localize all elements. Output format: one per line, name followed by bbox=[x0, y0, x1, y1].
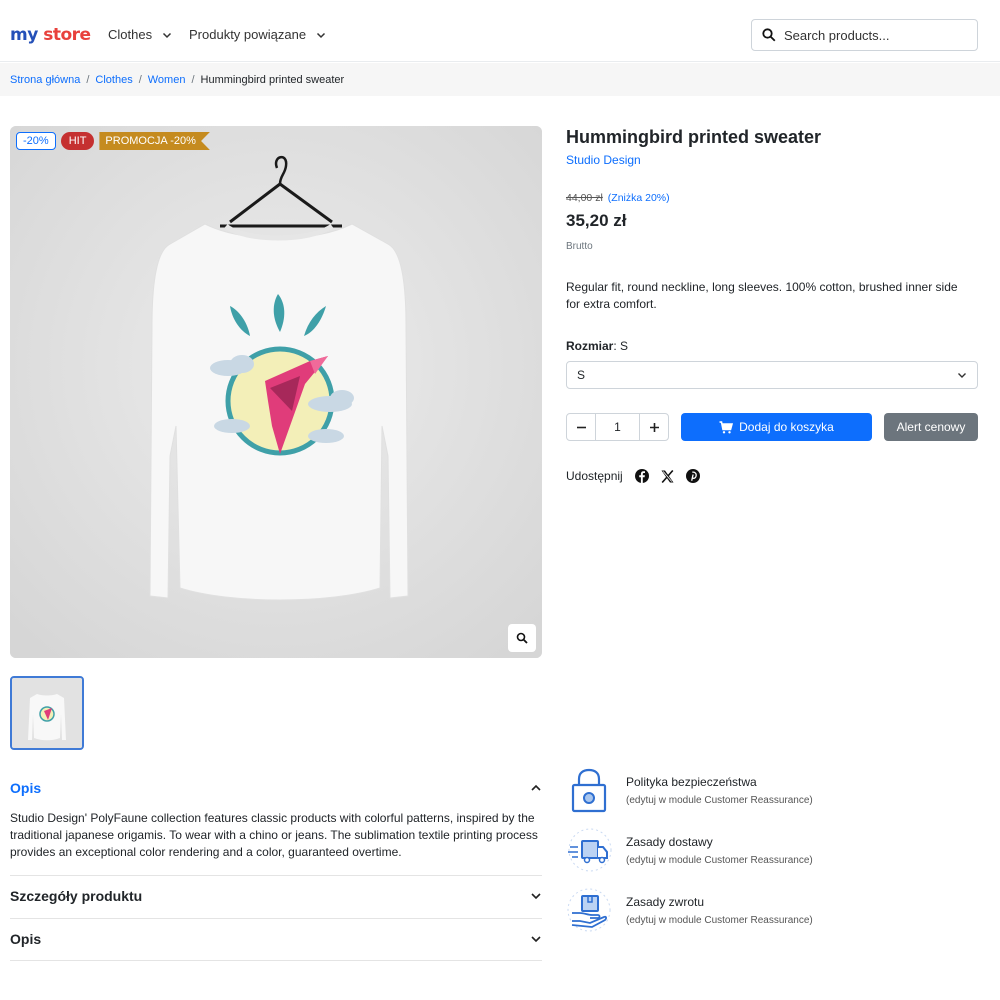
price-alert-button[interactable]: Alert cenowy bbox=[884, 413, 978, 441]
reassurance-subtitle: (edytuj w module Customer Reassurance) bbox=[626, 915, 813, 926]
pinterest-icon[interactable] bbox=[685, 469, 700, 483]
sweater-illustration bbox=[10, 126, 542, 658]
chevron-down-icon bbox=[958, 373, 966, 378]
product-brand-link[interactable]: Studio Design bbox=[566, 153, 641, 167]
chevron-down-icon bbox=[531, 936, 541, 943]
accordion-title: Opis bbox=[10, 780, 42, 796]
nav-label: Produkty powiązane bbox=[189, 27, 307, 42]
reassurance-subtitle: (edytuj w module Customer Reassurance) bbox=[626, 855, 813, 866]
promo-badge: PROMOCJA -20% bbox=[99, 132, 210, 150]
sweater-thumbnail-illustration bbox=[12, 678, 82, 748]
chevron-down-icon bbox=[163, 32, 172, 38]
breadcrumb-home[interactable]: Strona główna bbox=[10, 74, 80, 86]
reassurance-title: Zasady zwrotu bbox=[626, 895, 705, 909]
divider bbox=[10, 960, 542, 961]
quantity-stepper: 1 bbox=[566, 413, 669, 441]
discount-badge: -20% bbox=[16, 132, 56, 150]
size-select[interactable]: S bbox=[566, 361, 978, 389]
tax-label: Brutto bbox=[566, 241, 593, 252]
logo-text-store: store bbox=[43, 25, 91, 45]
quantity-input[interactable]: 1 bbox=[595, 414, 640, 440]
divider bbox=[10, 918, 542, 919]
accordion-header-description[interactable]: Opis bbox=[10, 780, 542, 796]
reassurance-returns: Zasady zwrotu (edytuj w module Customer … bbox=[566, 887, 813, 933]
reassurance-title: Polityka bezpieczeństwa bbox=[626, 775, 757, 789]
current-price: 35,20 zł bbox=[566, 211, 627, 230]
discount-percentage: (Zniżka 20%) bbox=[607, 192, 670, 204]
chevron-down-icon bbox=[317, 32, 326, 38]
product-badges: -20% HIT PROMOCJA -20% bbox=[16, 132, 210, 150]
chevron-down-icon bbox=[531, 893, 541, 900]
short-description: Regular fit, round neckline, long sleeve… bbox=[566, 280, 958, 311]
product-main-image[interactable]: -20% HIT PROMOCJA -20% bbox=[10, 126, 542, 658]
breadcrumb-clothes[interactable]: Clothes bbox=[95, 74, 132, 86]
zoom-button[interactable] bbox=[508, 624, 536, 652]
site-header: my store Clothes Produkty powiązane Sear… bbox=[0, 0, 1000, 62]
product-title: Hummingbird printed sweater bbox=[566, 127, 822, 147]
accordion-title: Opis bbox=[10, 931, 42, 947]
minus-icon bbox=[576, 426, 586, 428]
nav-item-related[interactable]: Produkty powiązane bbox=[189, 27, 326, 42]
divider bbox=[10, 875, 542, 876]
padlock-icon bbox=[571, 768, 607, 813]
regular-price: 44,00 zł (Zniżka 20%) bbox=[566, 192, 670, 204]
add-to-cart-label: Dodaj do koszyka bbox=[739, 420, 834, 434]
increase-quantity-button[interactable] bbox=[640, 414, 668, 440]
chevron-up-icon bbox=[531, 784, 541, 791]
nav-item-clothes[interactable]: Clothes bbox=[108, 27, 172, 42]
breadcrumb: Strona główna / Clothes / Women / Hummin… bbox=[0, 63, 1000, 96]
share-section: Udostępnij bbox=[566, 469, 700, 483]
size-selected-value: S bbox=[620, 339, 629, 353]
breadcrumb-current: Hummingbird printed sweater bbox=[200, 73, 345, 86]
share-label: Udostępnij bbox=[566, 469, 623, 483]
search-input[interactable]: Search products... bbox=[751, 19, 978, 51]
search-placeholder: Search products... bbox=[784, 27, 890, 43]
accordion-title: Szczegóły produktu bbox=[10, 888, 143, 904]
size-label-text: Rozmiar bbox=[566, 339, 614, 353]
facebook-icon[interactable] bbox=[634, 469, 649, 483]
store-logo[interactable]: my store bbox=[10, 24, 91, 46]
nav-label: Clothes bbox=[108, 27, 153, 42]
reassurance-subtitle: (edytuj w module Customer Reassurance) bbox=[626, 795, 813, 806]
product-thumbnail[interactable] bbox=[10, 676, 84, 750]
breadcrumb-women[interactable]: Women bbox=[148, 74, 186, 86]
magnifier-icon bbox=[516, 632, 528, 644]
plus-icon bbox=[649, 422, 659, 432]
logo-text-my: my bbox=[10, 25, 38, 45]
decrease-quantity-button[interactable] bbox=[567, 414, 595, 440]
delivery-truck-icon bbox=[568, 828, 612, 872]
reassurance-delivery: Zasady dostawy (edytuj w module Customer… bbox=[566, 827, 813, 873]
add-to-cart-button[interactable]: Dodaj do koszyka bbox=[681, 413, 872, 441]
reassurance-title: Zasady dostawy bbox=[626, 835, 713, 849]
cart-icon bbox=[719, 420, 734, 433]
reassurance-security: Polityka bezpieczeństwa (edytuj w module… bbox=[566, 767, 813, 813]
hit-badge: HIT bbox=[60, 132, 95, 150]
size-select-value: S bbox=[577, 368, 586, 382]
accordion-header-product-details[interactable]: Szczegóły produktu bbox=[10, 888, 542, 904]
size-label: Rozmiar: S bbox=[566, 339, 629, 353]
return-package-icon bbox=[567, 888, 611, 932]
accordion-body-description: Studio Design' PolyFaune collection feat… bbox=[10, 811, 538, 859]
search-icon bbox=[762, 28, 776, 42]
accordion-header-description-2[interactable]: Opis bbox=[10, 931, 542, 947]
x-twitter-icon[interactable] bbox=[661, 469, 674, 483]
old-price-value: 44,00 zł bbox=[566, 192, 603, 204]
